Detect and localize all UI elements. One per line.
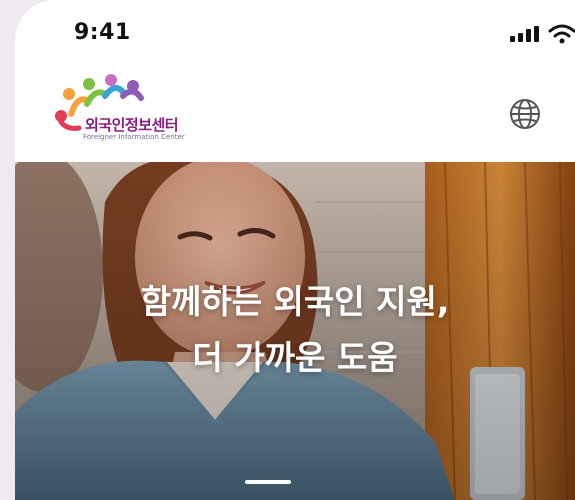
hero-headline-line1: 함께하는 외국인 지원, [140,282,450,321]
carousel-indicator-active[interactable] [245,480,291,484]
wifi-icon [548,24,575,44]
globe-icon[interactable] [507,96,543,132]
app-header: 외국인정보센터 Foreigner Information Center [15,62,575,162]
hero-banner[interactable]: 함께하는 외국인 지원, 더 가까운 도움 [15,162,575,500]
logo-title: 외국인정보센터 [85,116,179,134]
hero-headline: 함께하는 외국인 지원, 더 가까운 도움 [15,274,575,386]
status-time: 9:41 [74,20,131,45]
status-bar: 9:41 [15,0,575,62]
cellular-signal-icon [510,26,539,42]
logo-subtitle: Foreigner Information Center [83,133,185,141]
hero-headline-line2: 더 가까운 도움 [192,338,398,377]
center-logo[interactable]: 외국인정보센터 Foreigner Information Center [53,74,223,152]
phone-screen: 9:41 외국인정보센터 Foreigner Information Cente… [15,0,575,500]
